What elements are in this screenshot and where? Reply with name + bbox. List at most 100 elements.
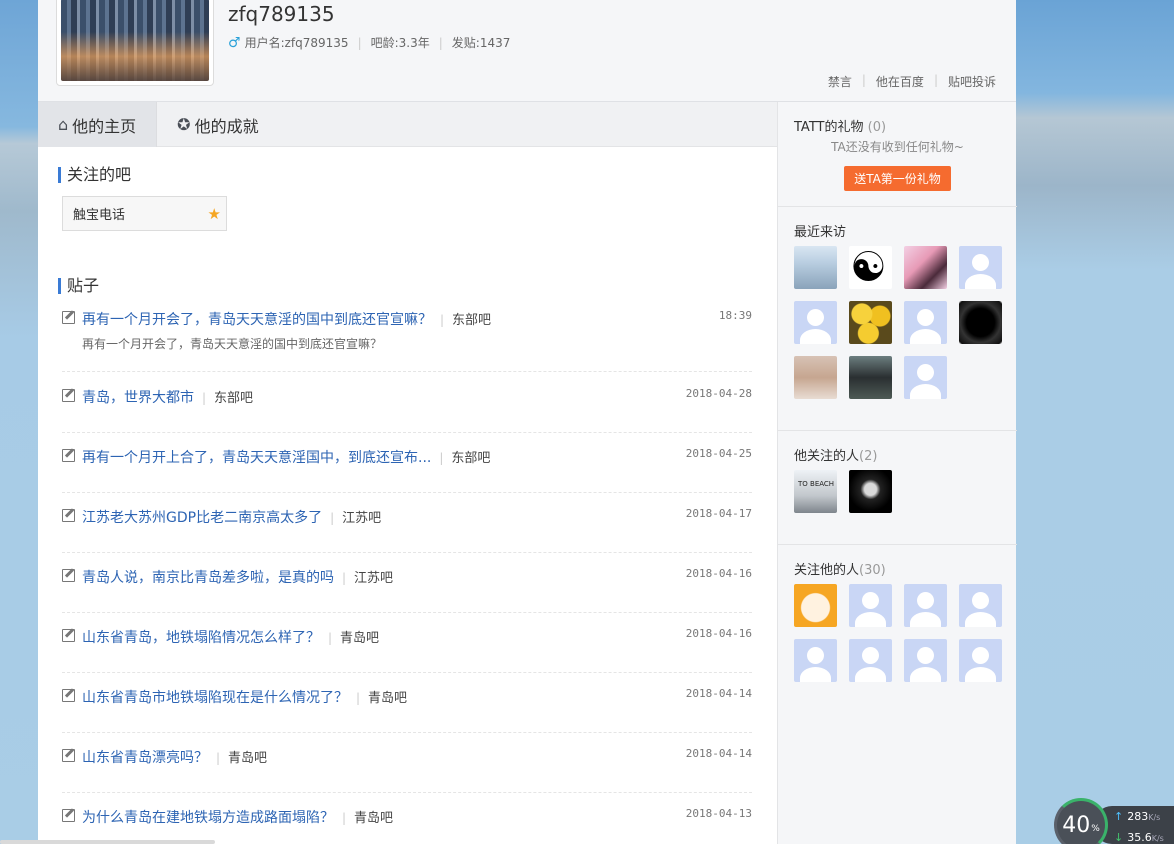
visitor-avatar[interactable] — [794, 301, 837, 344]
post-title[interactable]: 江苏老大苏州GDP比老二南京高太多了 — [82, 510, 322, 526]
bar-age: 吧龄:3.3年 — [370, 36, 430, 50]
tab-achievements[interactable]: ✪ 他的成就 — [157, 102, 278, 147]
visitor-avatar[interactable] — [904, 301, 947, 344]
followed-bar-item[interactable]: 触宝电话 ★ — [62, 196, 227, 231]
profile-page: zfq789135 ♂ 用户名:zfq789135 | 吧龄:3.3年 | 发贴… — [38, 0, 1017, 844]
following-avatar[interactable] — [849, 470, 892, 513]
report-link[interactable]: 贴吧投诉 — [948, 73, 996, 90]
post-date: 2018-04-16 — [685, 627, 752, 640]
profile-avatar[interactable] — [56, 0, 214, 86]
post-forum[interactable]: 青岛吧 — [228, 751, 267, 766]
post-title[interactable]: 青岛人说，南京比青岛差多啦，是真的吗 — [82, 570, 334, 586]
edit-icon — [62, 389, 75, 402]
followers-section: 关注他的人(30) — [778, 545, 1017, 695]
visitor-avatar[interactable] — [904, 246, 947, 289]
visitor-avatar[interactable] — [959, 301, 1002, 344]
horizontal-scrollbar[interactable] — [0, 840, 215, 844]
avatar-image — [61, 0, 209, 81]
following-avatar[interactable]: TO BEACH — [794, 470, 837, 513]
edit-icon — [62, 569, 75, 582]
post-item: 江苏老大苏州GDP比老二南京高太多了 | 江苏吧 2018-04-17 — [62, 503, 752, 553]
post-forum[interactable]: 江苏吧 — [354, 571, 393, 586]
following-count: (2) — [859, 449, 878, 464]
follower-avatar[interactable] — [794, 584, 837, 627]
post-item: 山东省青岛漂亮吗？ | 青岛吧 2018-04-14 — [62, 743, 752, 793]
follower-avatar[interactable] — [849, 584, 892, 627]
baidu-profile-link[interactable]: 他在百度 — [876, 73, 924, 90]
post-title[interactable]: 青岛，世界大都市 — [82, 390, 194, 406]
upload-speed: ↑ 283K/s — [1114, 810, 1161, 823]
tab-home-label: 他的主页 — [72, 116, 137, 136]
download-arrow-icon: ↓ — [1114, 831, 1124, 844]
send-gift-button[interactable]: 送TA第一份礼物 — [844, 166, 951, 191]
visitor-avatar[interactable] — [849, 356, 892, 399]
post-title[interactable]: 再有一个月开上合了，青岛天天意淫国中，到底还宣布... — [82, 450, 431, 466]
follower-avatar[interactable] — [959, 639, 1002, 682]
post-title[interactable]: 山东省青岛漂亮吗？ — [82, 750, 208, 766]
follower-avatar[interactable] — [904, 584, 947, 627]
background-right — [1016, 0, 1174, 844]
mute-link[interactable]: 禁言 — [828, 73, 852, 90]
post-item: 青岛，世界大都市 | 东部吧 2018-04-28 — [62, 383, 752, 433]
edit-icon — [62, 749, 75, 762]
post-forum[interactable]: 东部吧 — [452, 313, 491, 328]
follower-avatar[interactable] — [794, 639, 837, 682]
post-title[interactable]: 山东省青岛，地铁塌陷情况怎么样了？ — [82, 630, 320, 646]
header-links: 禁言 | 他在百度 | 贴吧投诉 — [827, 73, 996, 90]
following-grid: TO BEACH — [794, 470, 1002, 513]
post-item: 再有一个月开上合了，青岛天天意淫国中，到底还宣布... | 东部吧 2018-04-… — [62, 443, 752, 493]
followers-grid — [794, 584, 1002, 682]
post-date: 2018-04-28 — [685, 387, 752, 400]
male-icon: ♂ — [228, 34, 241, 51]
following-title: 他关注的人 — [794, 449, 860, 464]
usage-percent: 40 — [1062, 812, 1091, 838]
post-date: 2018-04-13 — [685, 807, 752, 820]
medal-icon: ✪ — [177, 115, 191, 134]
user-id: 用户名:zfq789135 — [244, 36, 349, 50]
edit-icon — [62, 629, 75, 642]
post-title[interactable]: 山东省青岛市地铁塌陷现在是什么情况了？ — [82, 690, 348, 706]
post-date: 2018-04-14 — [685, 687, 752, 700]
visitor-avatar[interactable] — [794, 356, 837, 399]
follower-avatar[interactable] — [849, 639, 892, 682]
post-forum[interactable]: 东部吧 — [214, 391, 253, 406]
visitor-avatar[interactable] — [904, 356, 947, 399]
post-forum[interactable]: 东部吧 — [451, 451, 490, 466]
star-icon: ★ — [207, 205, 221, 223]
post-title[interactable]: 再有一个月开会了，青岛天天意淫的国中到底还官宣嘛？ — [82, 312, 432, 328]
memory-usage-ring: 40% — [1054, 798, 1108, 844]
gift-empty-text: TA还没有收到任何礼物~ — [831, 140, 964, 154]
gift-section: TATT的礼物 (0) TA还没有收到任何礼物~ 送TA第一份礼物 — [778, 102, 1017, 207]
profile-header: zfq789135 ♂ 用户名:zfq789135 | 吧龄:3.3年 | 发贴… — [38, 0, 1016, 102]
edit-icon — [62, 689, 75, 702]
visitor-avatar[interactable] — [959, 246, 1002, 289]
visitors-grid: ☯ — [794, 246, 1002, 399]
post-excerpt: 再有一个月开会了，青岛天天意淫的国中到底还官宣嘛？ — [82, 337, 383, 351]
network-speed-widget[interactable]: 40% ↑ 283K/s ↓ 35.6K/s — [1054, 796, 1174, 844]
visitor-avatar[interactable]: ☯ — [849, 246, 892, 289]
visitor-avatar[interactable] — [794, 246, 837, 289]
post-date: 2018-04-25 — [685, 447, 752, 460]
edit-icon — [62, 809, 75, 822]
post-forum[interactable]: 江苏吧 — [342, 511, 381, 526]
post-forum[interactable]: 青岛吧 — [354, 811, 393, 826]
post-title[interactable]: 为什么青岛在建地铁塌方造成路面塌陷？ — [82, 810, 334, 826]
follower-avatar[interactable] — [959, 584, 1002, 627]
post-forum[interactable]: 青岛吧 — [340, 631, 379, 646]
edit-icon — [62, 449, 75, 462]
posts-title: 贴子 — [58, 278, 99, 294]
profile-tabs: ⌂ 他的主页 ✪ 他的成就 — [38, 102, 777, 147]
followed-bars-title: 关注的吧 — [58, 167, 131, 183]
edit-icon — [62, 311, 75, 324]
following-section: 他关注的人(2) TO BEACH — [778, 431, 1017, 545]
post-count: 发贴:1437 — [451, 36, 511, 50]
background-left — [0, 0, 38, 844]
visitor-avatar[interactable] — [849, 301, 892, 344]
followers-count: (30) — [859, 563, 886, 578]
followers-title: 关注他的人 — [794, 563, 860, 578]
post-forum[interactable]: 青岛吧 — [368, 691, 407, 706]
username: zfq789135 — [228, 2, 335, 26]
edit-icon — [62, 509, 75, 522]
follower-avatar[interactable] — [904, 639, 947, 682]
tab-home[interactable]: ⌂ 他的主页 — [38, 102, 158, 147]
